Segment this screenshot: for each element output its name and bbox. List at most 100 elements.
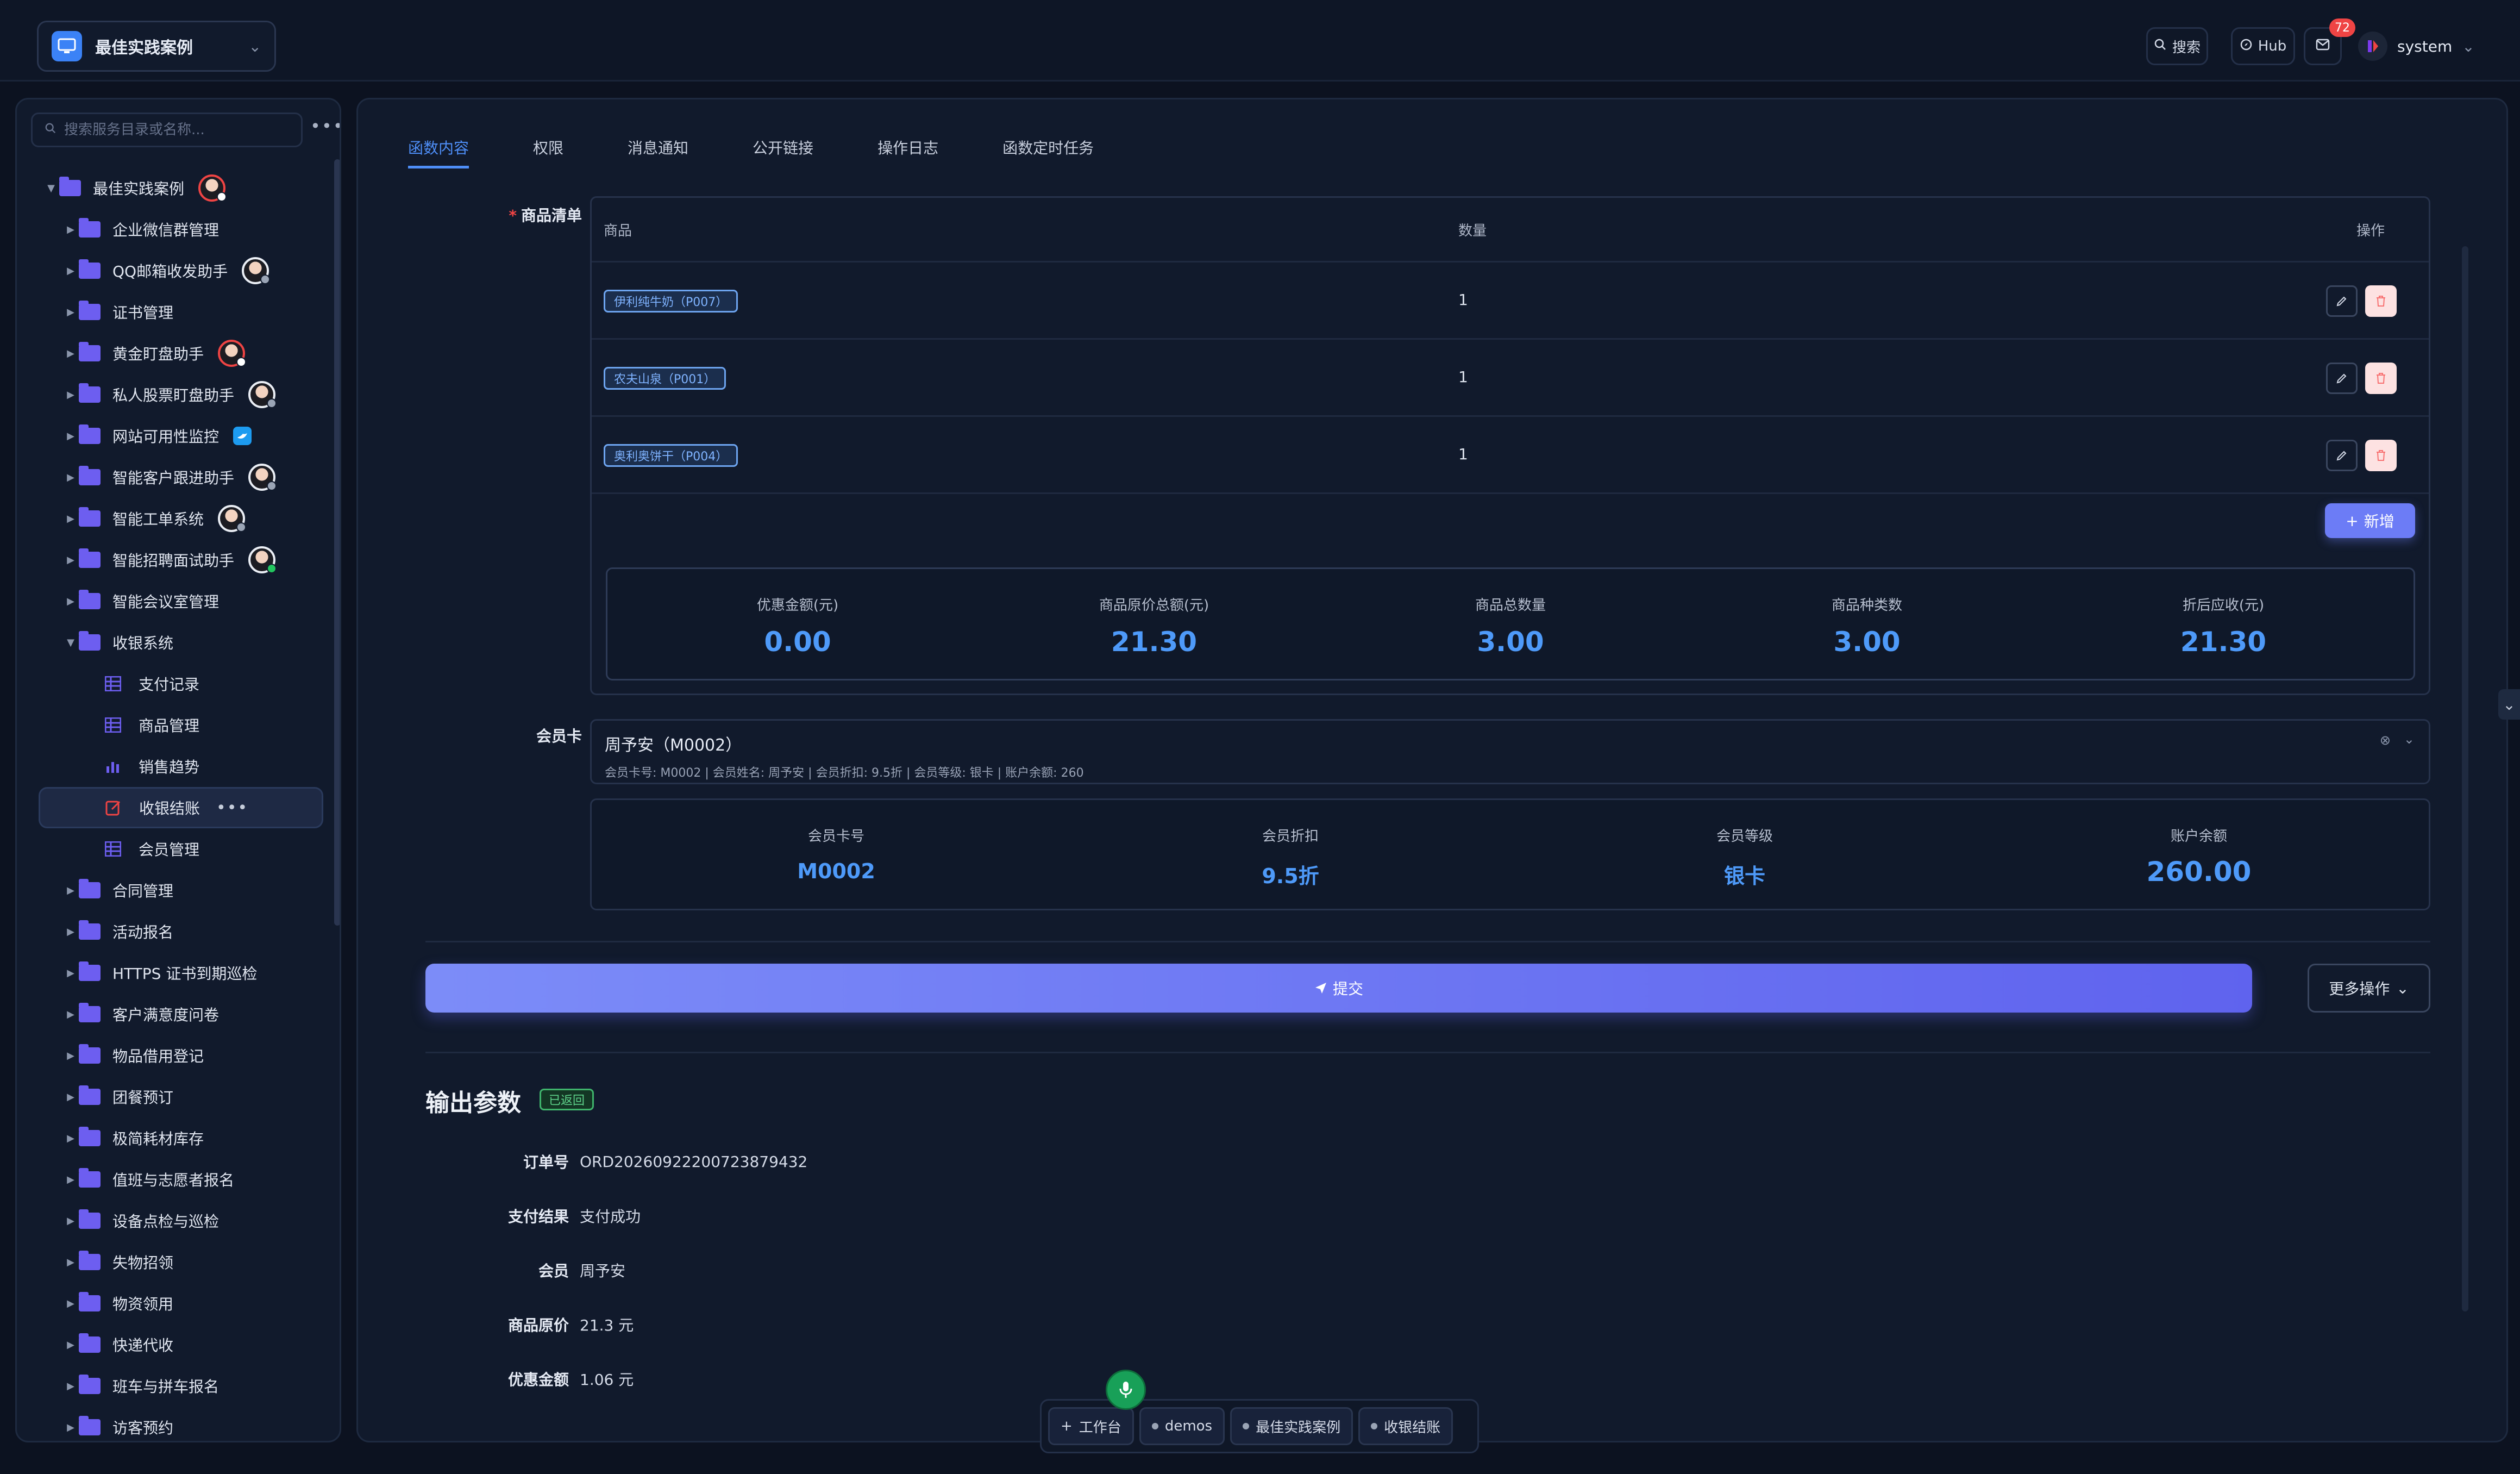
sidebar-item-label: 智能会议室管理 [112, 593, 220, 611]
sidebar-child-label: 支付记录 [139, 676, 200, 694]
monitor-icon [52, 31, 82, 61]
caret-right-icon: ▶ [67, 1256, 74, 1268]
edit-button[interactable] [2326, 363, 2358, 394]
search-button[interactable]: 搜索 [2146, 27, 2208, 65]
sidebar-child[interactable]: 支付记录 [17, 663, 332, 704]
hub-button[interactable]: Hub [2231, 27, 2295, 65]
member-stat: 会员折扣 9.5折 [1193, 825, 1388, 889]
sidebar-item[interactable]: ▶ 网站可用性监控 [17, 415, 332, 457]
sidebar-item[interactable]: ▶ 企业微信群管理 [17, 209, 332, 250]
sidebar-search-input[interactable] [64, 122, 292, 138]
expand-panel-handle[interactable]: ⌄ [2498, 689, 2520, 720]
sidebar-child-selected[interactable]: 收银结账 ••• [39, 787, 323, 828]
sidebar-item[interactable]: ▶ 团餐预订 [17, 1076, 332, 1117]
tab-notifications[interactable]: 消息通知 [628, 136, 688, 168]
sidebar-item[interactable]: ▶ 失物招领 [17, 1241, 332, 1283]
folder-icon [79, 1292, 101, 1311]
sidebar-item[interactable]: ▶ 证书管理 [17, 291, 332, 333]
sidebar-search[interactable] [31, 113, 303, 147]
tab-function-content[interactable]: 函数内容 [408, 136, 469, 168]
sidebar-item[interactable]: ▶ 快递代收 [17, 1324, 332, 1365]
more-icon[interactable]: ••• [216, 798, 248, 817]
sidebar-child[interactable]: 会员管理 [17, 828, 332, 870]
compass-icon [2240, 38, 2253, 55]
caret-right-icon: ▶ [67, 1008, 74, 1020]
sidebar-item[interactable]: ▶ 极简耗材库存 [17, 1117, 332, 1159]
more-icon[interactable]: ••• [310, 116, 340, 136]
output-field: 订单号 ORD20260922200723879432 [358, 1151, 807, 1172]
sidebar-item-label: 企业微信群管理 [112, 221, 220, 239]
tab-scheduled-tasks[interactable]: 函数定时任务 [1002, 136, 1094, 168]
column-header-actions: 操作 [2356, 222, 2385, 239]
tab-operation-log[interactable]: 操作日志 [877, 136, 938, 168]
output-value: 21.3 元 [580, 1316, 634, 1334]
voice-input-button[interactable] [1106, 1370, 1146, 1410]
workspace-selector[interactable]: 最佳实践案例 ⌄ [37, 21, 276, 72]
sidebar-item[interactable]: ▶ 物资领用 [17, 1283, 332, 1324]
sidebar-item[interactable]: ▶ 合同管理 [17, 870, 332, 911]
avatar [198, 174, 227, 202]
sidebar-item[interactable]: ▶ HTTPS 证书到期巡检 [17, 952, 332, 994]
sidebar-item[interactable]: ▶ 设备点检与巡检 [17, 1200, 332, 1241]
sidebar-child[interactable]: 商品管理 [17, 704, 332, 746]
output-value: 1.06 元 [580, 1371, 634, 1389]
avatar [248, 381, 277, 408]
sidebar-item[interactable]: ▶ 私人股票盯盘助手 [17, 374, 332, 415]
member-select[interactable]: 周予安（M0002） 会员卡号: M0002 | 会员姓名: 周予安 | 会员折… [590, 719, 2430, 784]
sidebar-item[interactable]: ▶ 班车与拼车报名 [17, 1365, 332, 1407]
main-scrollbar[interactable] [2462, 246, 2468, 1311]
sidebar-child[interactable]: 销售趋势 [17, 746, 332, 787]
sidebar-item[interactable]: ▶ 智能招聘面试助手 [17, 539, 332, 580]
member-field-label: 会员卡 [536, 727, 582, 745]
sidebar-item[interactable]: ▶ 智能工单系统 [17, 498, 332, 539]
tab-public-link[interactable]: 公开链接 [753, 136, 813, 168]
top-header: 最佳实践案例 ⌄ 搜索 Hub 72 system ⌄ [0, 0, 2520, 82]
edit-button[interactable] [2326, 285, 2358, 317]
sidebar-scrollbar[interactable] [334, 159, 340, 926]
delete-button[interactable] [2365, 440, 2397, 471]
sidebar-item[interactable]: ▶ 客户满意度问卷 [17, 994, 332, 1035]
sidebar-item[interactable]: ▶ 物品借用登记 [17, 1035, 332, 1076]
stat-value: M0002 [797, 859, 875, 883]
folder-icon [59, 177, 81, 196]
user-menu[interactable]: system ⌄ [2358, 27, 2475, 65]
output-field: 优惠金额 1.06 元 [358, 1368, 634, 1390]
chevron-down-icon: ⌄ [2396, 979, 2409, 997]
sidebar-item[interactable]: ▶ 活动报名 [17, 911, 332, 952]
dock-tab[interactable]: demos [1139, 1407, 1225, 1445]
caret-right-icon: ▶ [67, 513, 74, 524]
sidebar: ••• ▼ 最佳实践案例 ▶ 企业微信群管理 ▶ QQ邮箱收发助手 ▶ 证书管理 ▶ 黄… [15, 98, 341, 1442]
caret-right-icon: ▶ [67, 347, 74, 359]
workbench-button[interactable]: + 工作台 [1048, 1407, 1134, 1445]
edit-button[interactable] [2326, 440, 2358, 471]
sidebar-item[interactable]: ▶ 智能会议室管理 [17, 580, 332, 622]
avatar [248, 546, 277, 573]
folder-icon [79, 218, 101, 238]
sidebar-item[interactable]: ▶ 值班与志愿者报名 [17, 1159, 332, 1200]
dock-tab[interactable]: 收银结账 [1358, 1407, 1453, 1445]
tab-permissions[interactable]: 权限 [533, 136, 563, 168]
sidebar-item-label: 团餐预订 [112, 1089, 174, 1107]
notification-badge: 72 [2329, 18, 2355, 37]
summary-stat: 商品种类数 3.00 [1758, 594, 1976, 658]
tree-root[interactable]: ▼ 最佳实践案例 [17, 167, 332, 209]
caret-right-icon: ▶ [67, 926, 74, 938]
delete-button[interactable] [2365, 285, 2397, 317]
sidebar-item[interactable]: ▶ QQ邮箱收发助手 [17, 250, 332, 291]
sidebar-item-cashier[interactable]: ▼ 收银系统 [17, 622, 332, 663]
folder-icon [79, 1251, 101, 1270]
sidebar-item-label: 合同管理 [112, 882, 174, 900]
dock-tab[interactable]: 最佳实践案例 [1230, 1407, 1353, 1445]
sidebar-item[interactable]: ▶ 智能客户跟进助手 [17, 457, 332, 498]
chevron-down-icon: ⌄ [2503, 695, 2516, 714]
summary-stat: 商品总数量 3.00 [1402, 594, 1619, 658]
add-item-button[interactable]: + 新增 [2325, 503, 2415, 538]
delete-button[interactable] [2365, 363, 2397, 394]
sidebar-item[interactable]: ▶ 访客预约 [17, 1407, 332, 1441]
submit-button[interactable]: 提交 [425, 964, 2252, 1013]
output-title: 输出参数 [425, 1089, 521, 1117]
clear-icon[interactable]: ⊗ [2380, 733, 2391, 748]
folder-icon [79, 1333, 101, 1353]
more-actions-button[interactable]: 更多操作 ⌄ [2308, 964, 2430, 1013]
sidebar-item[interactable]: ▶ 黄金盯盘助手 [17, 333, 332, 374]
